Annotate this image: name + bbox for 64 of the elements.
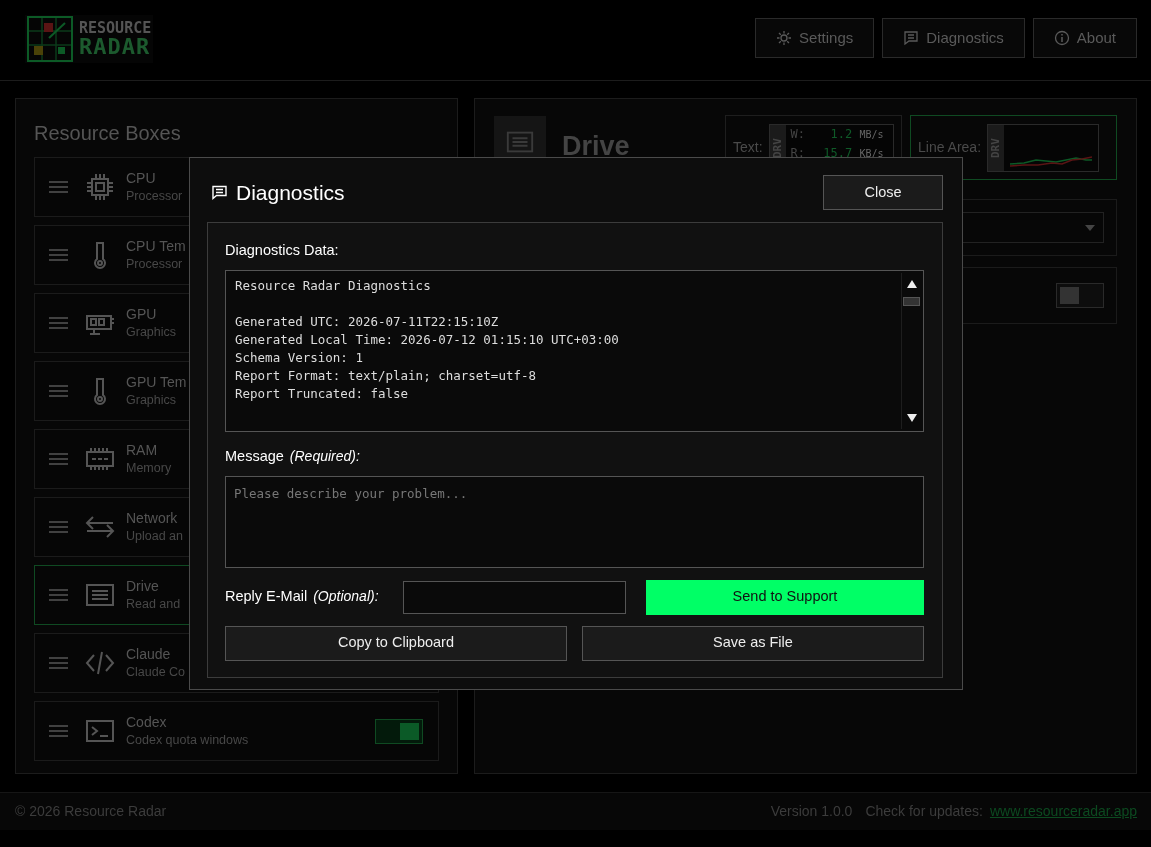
item-subtitle: Read and — [126, 596, 181, 613]
radar-grid-icon — [27, 16, 73, 62]
close-button[interactable]: Close — [823, 175, 943, 210]
item-title: GPU Tem — [126, 373, 187, 391]
item-title: RAM — [126, 441, 159, 459]
field-label: Reply E-Mail (Optional): — [225, 587, 380, 607]
field-label: Diagnostics Data: — [225, 241, 340, 260]
website-link[interactable]: www.resourceradar.app — [989, 801, 1137, 822]
item-title: Codex — [126, 713, 168, 731]
settings-button[interactable]: Settings — [755, 18, 875, 58]
diagnostics-button[interactable]: Diagnostics — [882, 18, 1025, 58]
item-subtitle: Graphics — [126, 324, 177, 341]
drag-handle-icon[interactable] — [49, 521, 68, 533]
message-field[interactable]: Please describe your problem... — [225, 475, 924, 568]
drag-handle-icon[interactable] — [49, 453, 68, 465]
caret-icon — [1085, 224, 1095, 231]
drag-handle-icon[interactable] — [49, 589, 68, 601]
scroll-up-icon[interactable] — [906, 278, 918, 289]
item-subtitle: Processor — [126, 188, 183, 205]
item-title: CPU Tem — [126, 237, 186, 255]
item-subtitle: Claude Co — [126, 664, 186, 681]
message-icon — [903, 30, 920, 46]
email-field[interactable] — [403, 580, 626, 614]
item-title: Drive — [126, 577, 160, 595]
item-title: CPU — [126, 169, 157, 187]
logo-text: RESOURCE — [79, 20, 152, 36]
item-subtitle: Upload an — [126, 528, 183, 545]
drag-handle-icon[interactable] — [49, 249, 68, 261]
item-subtitle: Memory — [126, 460, 172, 477]
diagnostics-data-field[interactable]: Resource Radar Diagnostics Generated UTC: 2026-07-11T22:15:10Z Generated Local Time: 2026-07-12 01:15:10 UTC+03:00 Schema Version: 1 Report Format: text/plain; charset=utf-8 Report Truncated: false — [225, 269, 924, 432]
drag-handle-icon[interactable] — [49, 385, 68, 397]
drag-handle-icon[interactable] — [49, 181, 68, 193]
save-button[interactable]: Save as File — [582, 625, 924, 661]
item-title: Claude — [126, 645, 172, 663]
scrollbar-thumb[interactable] — [903, 296, 920, 306]
item-subtitle: Processor — [126, 256, 184, 273]
item-subtitle: Graphics — [126, 392, 178, 409]
chip-icon — [84, 171, 116, 203]
drag-handle-icon[interactable] — [49, 725, 68, 737]
toggle-switch[interactable] — [375, 719, 423, 744]
drag-handle-icon[interactable] — [49, 657, 68, 669]
info-icon — [1053, 30, 1070, 46]
resource-box-item[interactable]: Codex Codex quota windows — [34, 701, 439, 761]
dialog-title: Diagnostics — [236, 179, 345, 206]
logo-text: RADAR — [79, 35, 152, 58]
item-title: GPU — [126, 305, 158, 323]
panel-title: Resource Boxes — [34, 121, 182, 146]
gear-icon — [776, 30, 793, 46]
scrollbar[interactable] — [901, 272, 921, 429]
preview-label: Text: — [733, 138, 763, 157]
field-label: Message (Required): — [225, 446, 361, 466]
message-icon — [211, 184, 228, 201]
preview-label: Line Area: — [918, 138, 982, 157]
drag-handle-icon[interactable] — [49, 317, 68, 329]
about-button[interactable]: About — [1032, 18, 1137, 58]
send-button[interactable]: Send to Support — [646, 579, 924, 615]
copy-button[interactable]: Copy to Clipboard — [225, 625, 567, 661]
preview-reading: W: 1.2 MB/s — [789, 125, 884, 143]
detail-title: Drive — [562, 130, 630, 163]
item-subtitle: Codex quota windows — [126, 732, 249, 749]
preview-reading: R: 15.7 KB/s — [789, 144, 884, 162]
item-title: Network — [126, 509, 179, 527]
scroll-down-icon[interactable] — [906, 412, 918, 423]
toggle-switch[interactable] — [1056, 283, 1104, 308]
